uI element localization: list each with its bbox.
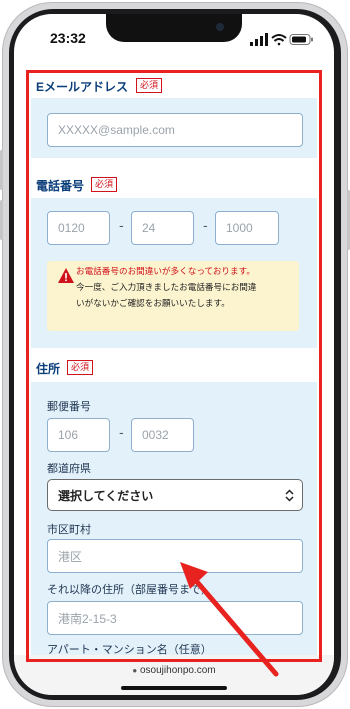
- status-time: 23:32: [50, 30, 86, 46]
- volume-button: [0, 200, 3, 240]
- wifi-icon: [271, 34, 287, 46]
- battery-icon: [289, 34, 313, 45]
- status-icons: [250, 32, 314, 46]
- signal-icon: [250, 33, 268, 46]
- volume-button: [0, 150, 3, 190]
- phone-screen: 23:32 Eメールアドレス 必須 XXXXX@sample.com 電話番号 …: [14, 14, 334, 695]
- annotation-arrow: [180, 562, 279, 677]
